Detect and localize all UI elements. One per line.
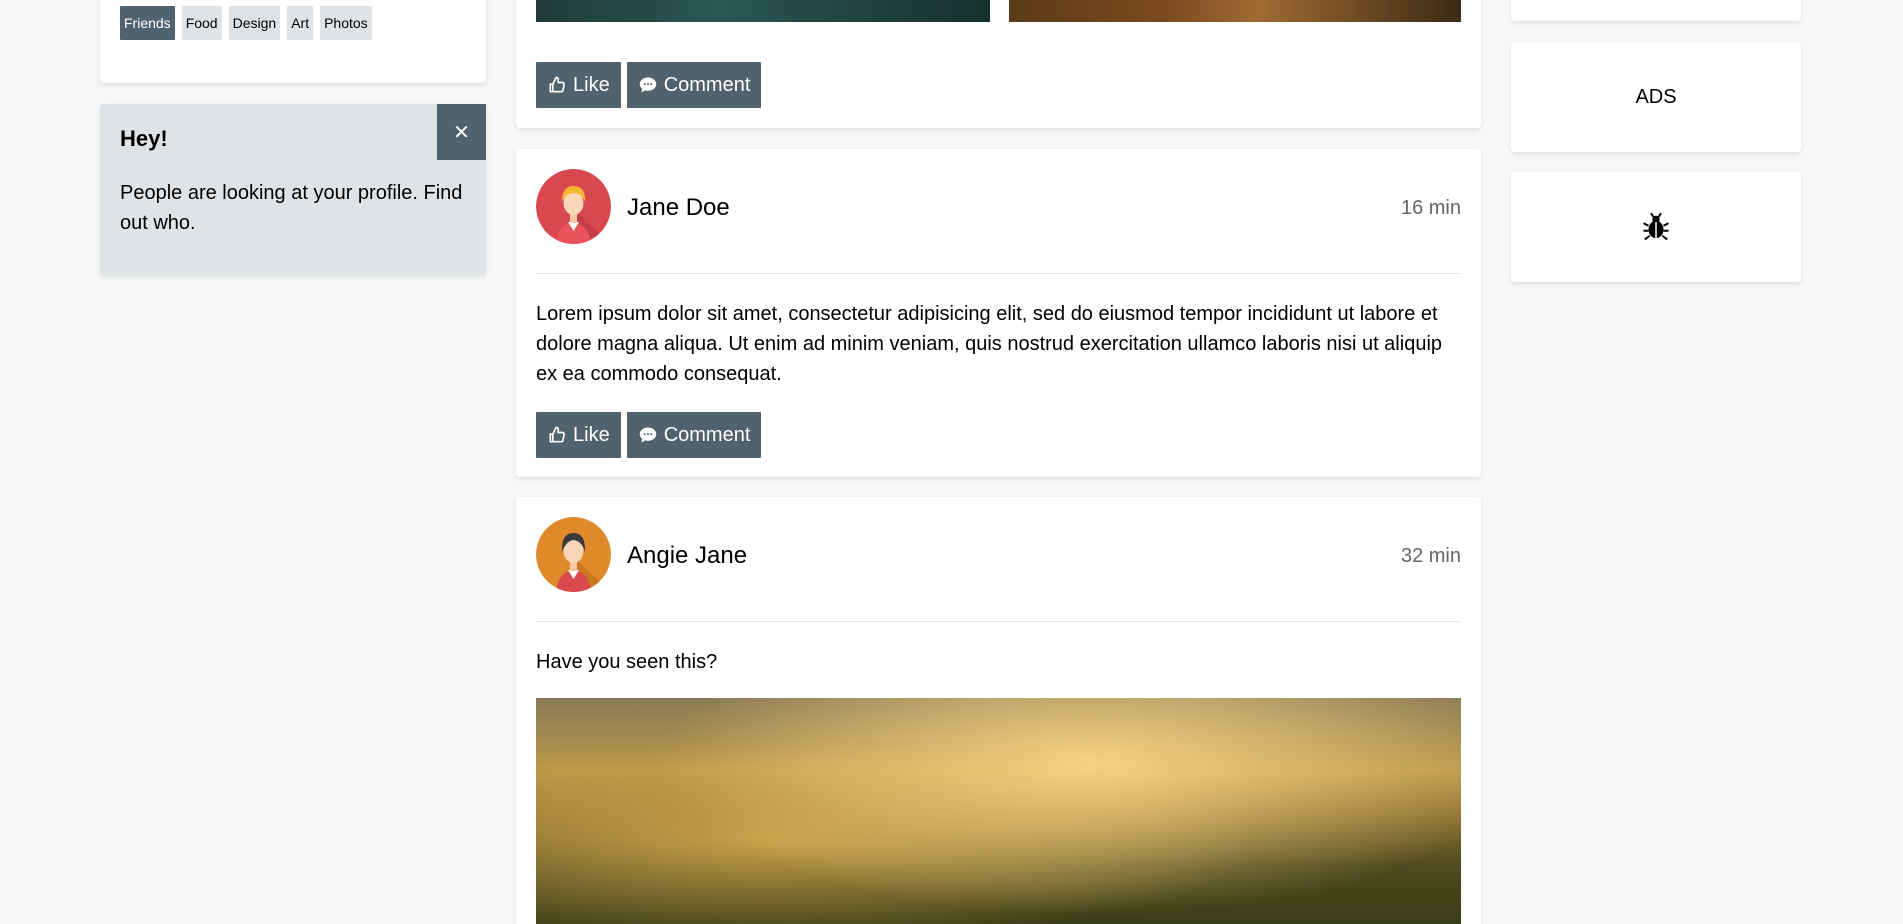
ads-label: ADS — [1635, 85, 1677, 108]
sidebar-card-top — [1511, 0, 1801, 21]
post-text: Have you seen this? — [536, 651, 718, 673]
post-card: Jane Doe 16 min Lorem ipsum dolor sit am… — [516, 149, 1481, 477]
post-divider — [536, 273, 1461, 274]
avatar[interactable] — [536, 169, 611, 244]
bug-icon — [1643, 212, 1669, 241]
post-author[interactable]: Jane Doe — [627, 194, 730, 222]
thumbs-up-icon — [549, 426, 565, 443]
tag-art[interactable]: Art — [287, 6, 314, 40]
post-actions: Like Comment — [536, 412, 762, 458]
post-image[interactable] — [536, 698, 1461, 924]
tag-friends[interactable]: Friends — [120, 6, 175, 40]
tag-design[interactable]: Design — [228, 6, 281, 40]
post-actions: Like Comment — [536, 62, 762, 108]
comment-label: Comment — [663, 73, 751, 96]
like-label: Like — [573, 423, 610, 446]
avatar[interactable] — [536, 517, 611, 592]
post-image-right[interactable] — [1009, 0, 1461, 22]
ads-card[interactable]: ADS — [1511, 42, 1801, 152]
comment-button[interactable]: Comment — [626, 412, 762, 458]
post-card: Angie Jane 32 min Have you seen this? — [516, 497, 1481, 924]
close-notice-button[interactable]: ✕ — [437, 104, 486, 160]
bug-report-card[interactable] — [1511, 172, 1801, 282]
post-divider — [536, 621, 1461, 622]
comment-icon — [639, 427, 657, 443]
post-card-previous: Like Comment — [516, 0, 1481, 128]
post-author[interactable]: Angie Jane — [627, 542, 747, 570]
post-header: Angie Jane 32 min — [536, 517, 1461, 592]
post-text: Lorem ipsum dolor sit amet, consectetur … — [536, 303, 1443, 385]
post-time: 32 min — [1400, 545, 1461, 567]
notice-message: People are looking at your profile. Find… — [120, 182, 463, 234]
comment-icon — [639, 77, 657, 93]
notice-title: Hey! — [120, 126, 168, 151]
like-button[interactable]: Like — [536, 412, 621, 458]
comment-label: Comment — [663, 423, 751, 446]
profile-views-notice: ✕ Hey! People are looking at your profil… — [100, 104, 486, 275]
post-image-left[interactable] — [536, 0, 990, 22]
thumbs-up-icon — [549, 76, 565, 93]
tag-list: Friends Food Design Art Photos — [120, 6, 372, 40]
comment-button[interactable]: Comment — [626, 62, 762, 108]
like-button[interactable]: Like — [536, 62, 621, 108]
post-header: Jane Doe 16 min — [536, 169, 1461, 244]
post-time: 16 min — [1400, 197, 1461, 219]
tags-card: Friends Food Design Art Photos — [100, 0, 486, 83]
tag-photos[interactable]: Photos — [320, 6, 372, 40]
tag-food[interactable]: Food — [181, 6, 222, 40]
like-label: Like — [573, 73, 610, 96]
